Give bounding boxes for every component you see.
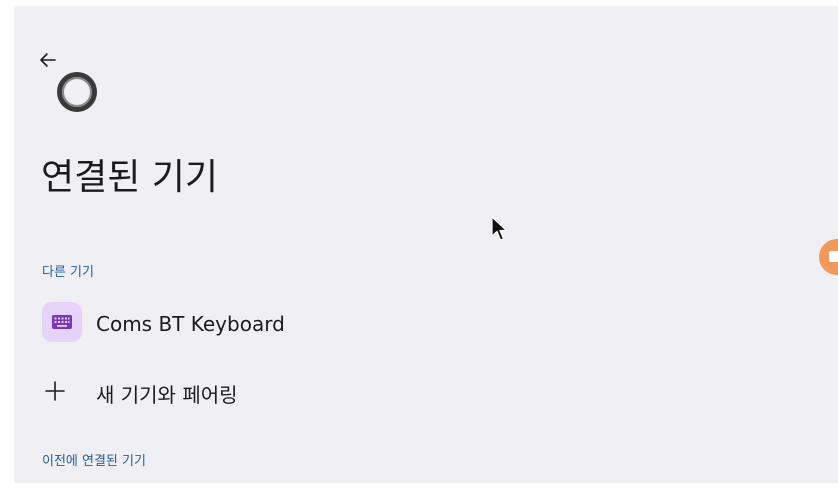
- ring-icon: [57, 72, 97, 112]
- keyboard-icon: [52, 315, 72, 329]
- pair-new-device-label: 새 기기와 페어링: [96, 383, 238, 407]
- arrow-left-icon: [40, 53, 56, 67]
- section-header-previously-connected: 이전에 연결된 기기: [42, 454, 146, 469]
- badge-inner-shape: [829, 251, 838, 262]
- page-title: 연결된 기기: [41, 157, 219, 198]
- device-label: Coms BT Keyboard: [96, 312, 285, 336]
- floating-edge-badge[interactable]: [819, 239, 838, 275]
- mouse-pointer-icon: [491, 216, 508, 241]
- section-header-other-devices: 다른 기기: [42, 265, 94, 280]
- settings-screen: 연결된 기기 다른 기기 Coms BT Keyboard 새 기기와 페어링 …: [14, 6, 838, 483]
- plus-icon: [45, 381, 65, 401]
- device-icon-container: [42, 302, 82, 342]
- device-item-keyboard[interactable]: Coms BT Keyboard: [14, 300, 838, 356]
- back-button[interactable]: [36, 48, 60, 72]
- pair-new-device-button[interactable]: 새 기기와 페어링: [14, 366, 838, 418]
